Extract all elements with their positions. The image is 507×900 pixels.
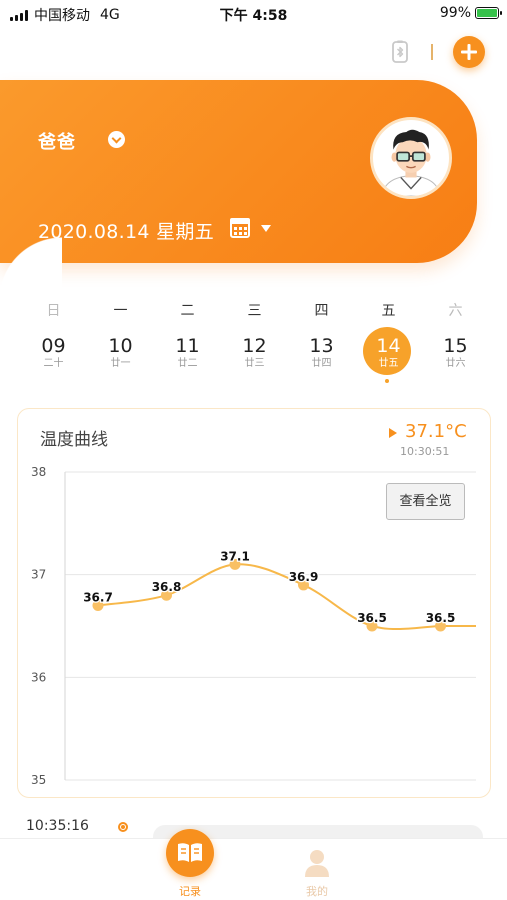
weekday-label: 五 xyxy=(381,303,396,319)
day-number: 12 xyxy=(242,335,267,357)
lunar-date: 廿五 xyxy=(378,358,399,369)
temperature-series-line xyxy=(97,563,476,631)
battery-icon xyxy=(475,7,502,19)
data-label: 36.5 xyxy=(357,611,387,625)
calendar-icon[interactable] xyxy=(230,218,250,238)
data-label: 37.1 xyxy=(220,549,250,563)
lunar-date: 廿四 xyxy=(311,358,332,369)
y-tick-label: 35 xyxy=(31,773,46,787)
battery-level xyxy=(477,9,497,17)
bluetooth-device-icon[interactable] xyxy=(390,40,410,64)
tab-record[interactable] xyxy=(166,829,214,877)
tab-bar xyxy=(0,838,507,900)
person-name[interactable]: 爸爸 xyxy=(38,128,76,154)
y-tick-label: 36 xyxy=(31,670,46,684)
weekday-label: 日 xyxy=(46,303,61,319)
lunar-date: 廿六 xyxy=(445,358,466,369)
toolbar-divider xyxy=(431,44,433,60)
lunar-date: 廿三 xyxy=(244,358,265,369)
day-number: 11 xyxy=(175,335,200,357)
week-strip: 日 09 二十 一 10 廿一 二 11 廿二 三 12 廿三 四 13 廿四 五 14 廿五 六 15 廿六 xyxy=(20,300,488,390)
y-tick-label: 38 xyxy=(31,465,46,479)
open-book-icon xyxy=(178,843,202,862)
lunar-date: 廿一 xyxy=(110,358,131,369)
add-button[interactable] xyxy=(453,36,485,68)
chevron-down-icon[interactable] xyxy=(108,131,125,148)
play-icon xyxy=(389,428,397,438)
week-day[interactable]: 三 12 廿三 xyxy=(221,300,288,371)
weekday-label: 三 xyxy=(247,303,262,319)
battery-percent: 99% xyxy=(439,5,471,21)
caret-down-icon[interactable] xyxy=(261,225,271,232)
week-day[interactable]: 一 10 廿一 xyxy=(87,300,154,371)
week-day[interactable]: 六 15 廿六 xyxy=(422,300,489,371)
view-all-button[interactable]: 查看全览 xyxy=(386,483,465,520)
avatar-illustration xyxy=(381,129,441,196)
weekday-label: 一 xyxy=(113,303,128,319)
tab-mine-label[interactable]: 我的 xyxy=(294,883,340,899)
day-number: 10 xyxy=(108,335,133,357)
day-number: 09 xyxy=(41,335,66,357)
data-label: 36.8 xyxy=(152,580,182,594)
weekday-label: 四 xyxy=(314,303,329,319)
today-indicator xyxy=(385,379,389,383)
day-number: 15 xyxy=(443,335,468,357)
status-right: 99% xyxy=(439,5,502,21)
day-number: 14 xyxy=(376,335,401,357)
weekday-label: 二 xyxy=(180,303,195,319)
user-icon[interactable] xyxy=(304,849,330,877)
y-tick-label: 37 xyxy=(31,568,46,582)
weekday-label: 六 xyxy=(448,303,463,319)
selected-date: 2020.08.14 星期五 xyxy=(38,221,215,243)
data-label: 36.7 xyxy=(83,590,113,604)
day-number: 13 xyxy=(309,335,334,357)
chart-title: 温度曲线 xyxy=(40,430,108,450)
timeline-dot xyxy=(118,822,128,832)
current-temperature: 37.1°C xyxy=(405,421,467,442)
week-day[interactable]: 四 13 廿四 xyxy=(288,300,355,371)
record-time: 10:35:16 xyxy=(26,818,89,834)
current-reading-time: 10:30:51 xyxy=(400,445,450,458)
status-time: 下午 4:58 xyxy=(219,8,288,24)
week-day[interactable]: 日 09 二十 xyxy=(20,300,87,371)
week-day[interactable]: 五 14 廿五 xyxy=(355,300,422,371)
lunar-date: 廿二 xyxy=(177,358,198,369)
lunar-date: 二十 xyxy=(43,358,64,369)
status-bar: 中国移动 4G 下午 4:58 99% xyxy=(0,0,507,28)
data-label: 36.5 xyxy=(426,611,456,625)
avatar[interactable] xyxy=(370,117,452,199)
data-label: 36.9 xyxy=(289,570,319,584)
week-day[interactable]: 二 11 廿二 xyxy=(154,300,221,371)
tab-record-label[interactable]: 记录 xyxy=(166,883,214,899)
header-curve xyxy=(0,200,62,300)
